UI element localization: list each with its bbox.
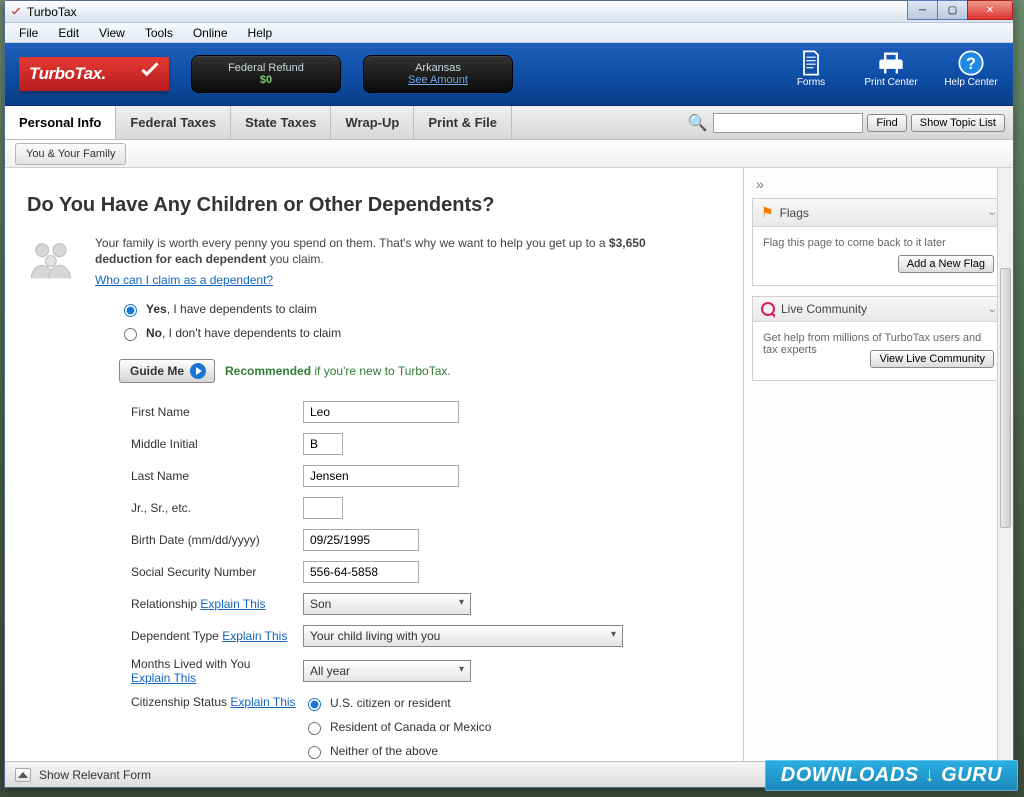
explain-relationship-link[interactable]: Explain This	[200, 597, 265, 611]
window-close-button[interactable]: ✕	[967, 0, 1013, 20]
menu-edit[interactable]: Edit	[48, 24, 89, 42]
menu-help[interactable]: Help	[238, 24, 283, 42]
add-flag-button[interactable]: Add a New Flag	[898, 255, 994, 273]
flag-icon: ⚑	[761, 204, 774, 221]
view-community-button[interactable]: View Live Community	[870, 350, 994, 368]
forms-button[interactable]: Forms	[781, 49, 841, 88]
app-icon	[9, 5, 23, 19]
label-last-name: Last Name	[131, 469, 303, 483]
tab-wrap-up[interactable]: Wrap-Up	[331, 106, 414, 139]
label-months-lived: Months Lived with YouExplain This	[131, 657, 303, 685]
app-header: TurboTax. Federal Refund $0 Arkansas See…	[5, 43, 1013, 106]
radio-yes-dependents[interactable]	[124, 304, 137, 317]
last-name-field[interactable]	[303, 465, 459, 487]
main-tabs: Personal Info Federal Taxes State Taxes …	[5, 106, 1013, 140]
right-sidebar: » ⚑ Flags ⌄ Flag this page to come back …	[743, 168, 1013, 761]
help-icon: ?	[957, 49, 985, 77]
radio-citizen-canada-mexico[interactable]	[308, 722, 321, 735]
window-title: TurboTax	[27, 5, 77, 19]
page-heading: Do You Have Any Children or Other Depend…	[27, 194, 721, 217]
tab-print-file[interactable]: Print & File	[414, 106, 512, 139]
turbotax-logo: TurboTax.	[19, 57, 169, 91]
label-citizenship: Citizenship Status Explain This	[131, 695, 303, 709]
middle-initial-field[interactable]	[303, 433, 343, 455]
label-birth-date: Birth Date (mm/dd/yyyy)	[131, 533, 303, 547]
scrollbar-thumb[interactable]	[1000, 268, 1011, 528]
dependent-type-select[interactable]: Your child living with you	[303, 625, 623, 647]
radio-citizen-us[interactable]	[308, 698, 321, 711]
expand-up-icon[interactable]	[15, 768, 31, 782]
flags-panel: ⚑ Flags ⌄ Flag this page to come back to…	[752, 198, 1005, 286]
who-can-i-claim-link[interactable]: Who can I claim as a dependent?	[95, 273, 273, 287]
label-relationship: Relationship Explain This	[131, 597, 303, 611]
svg-text:?: ?	[966, 55, 976, 73]
menu-file[interactable]: File	[9, 24, 48, 42]
menu-view[interactable]: View	[89, 24, 135, 42]
explain-citizenship-link[interactable]: Explain This	[230, 695, 295, 709]
radio-no-dependents[interactable]	[124, 328, 137, 341]
community-panel-header[interactable]: Live Community ⌄	[753, 297, 1004, 322]
content-area: Do You Have Any Children or Other Depend…	[5, 168, 1013, 761]
main-pane: Do You Have Any Children or Other Depend…	[5, 168, 743, 761]
federal-refund-value: $0	[260, 74, 272, 86]
search-input[interactable]	[713, 113, 863, 133]
family-icon	[27, 239, 79, 283]
birth-date-field[interactable]	[303, 529, 419, 551]
label-ssn: Social Security Number	[131, 565, 303, 579]
window-minimize-button[interactable]: ─	[907, 0, 937, 20]
federal-refund-label: Federal Refund	[228, 62, 304, 74]
menu-online[interactable]: Online	[183, 24, 238, 42]
tab-federal-taxes[interactable]: Federal Taxes	[116, 106, 231, 139]
flags-desc: Flag this page to come back to it later	[763, 237, 946, 249]
help-center-button[interactable]: ? Help Center	[941, 49, 1001, 88]
menubar: File Edit View Tools Online Help	[5, 23, 1013, 43]
sidebar-expand-icon[interactable]: »	[756, 176, 1005, 192]
label-suffix: Jr., Sr., etc.	[131, 501, 303, 515]
explain-months-link[interactable]: Explain This	[131, 671, 196, 685]
state-refund-pill[interactable]: Arkansas See Amount	[363, 55, 513, 93]
radio-citizen-neither[interactable]	[308, 746, 321, 759]
play-icon	[190, 363, 206, 379]
months-lived-select[interactable]: All year	[303, 660, 471, 682]
watermark-overlay: DOWNLOADS↓GURU	[765, 760, 1018, 791]
label-middle-initial: Middle Initial	[131, 437, 303, 451]
chevron-down-icon: ⌄	[986, 207, 997, 218]
recommended-label: Recommended if you're new to TurboTax.	[225, 364, 451, 378]
check-icon	[137, 59, 163, 85]
state-label: Arkansas	[415, 62, 461, 74]
state-see-amount-link[interactable]: See Amount	[408, 74, 468, 86]
chevron-down-icon: ⌄	[986, 304, 997, 315]
show-topic-list-button[interactable]: Show Topic List	[911, 114, 1005, 132]
sub-tabs: You & Your Family	[5, 140, 1013, 168]
intro-text: Your family is worth every penny you spe…	[95, 235, 655, 267]
label-first-name: First Name	[131, 405, 303, 419]
titlebar: TurboTax ─ ▢ ✕	[5, 1, 1013, 23]
printer-icon	[877, 49, 905, 77]
print-center-button[interactable]: Print Center	[861, 49, 921, 88]
flags-panel-header[interactable]: ⚑ Flags ⌄	[753, 199, 1004, 227]
label-dependent-type: Dependent Type Explain This	[131, 629, 303, 643]
speech-bubble-icon	[761, 302, 775, 316]
explain-dependent-type-link[interactable]: Explain This	[222, 629, 287, 643]
suffix-field[interactable]	[303, 497, 343, 519]
ssn-field[interactable]	[303, 561, 419, 583]
federal-refund-pill[interactable]: Federal Refund $0	[191, 55, 341, 93]
subtab-you-and-family[interactable]: You & Your Family	[15, 143, 126, 165]
guide-me-button[interactable]: Guide Me	[119, 359, 215, 383]
relationship-select[interactable]: Son	[303, 593, 471, 615]
find-button[interactable]: Find	[867, 114, 906, 132]
show-relevant-form-link[interactable]: Show Relevant Form	[39, 768, 151, 782]
vertical-scrollbar[interactable]	[997, 168, 1013, 761]
window-maximize-button[interactable]: ▢	[937, 0, 967, 20]
search-icon: 🔍	[687, 113, 707, 133]
tab-state-taxes[interactable]: State Taxes	[231, 106, 331, 139]
menu-tools[interactable]: Tools	[135, 24, 183, 42]
first-name-field[interactable]	[303, 401, 459, 423]
document-icon	[797, 49, 825, 77]
app-window: TurboTax ─ ▢ ✕ File Edit View Tools Onli…	[4, 0, 1014, 788]
community-panel: Live Community ⌄ Get help from millions …	[752, 296, 1005, 381]
tab-personal-info[interactable]: Personal Info	[5, 106, 116, 139]
